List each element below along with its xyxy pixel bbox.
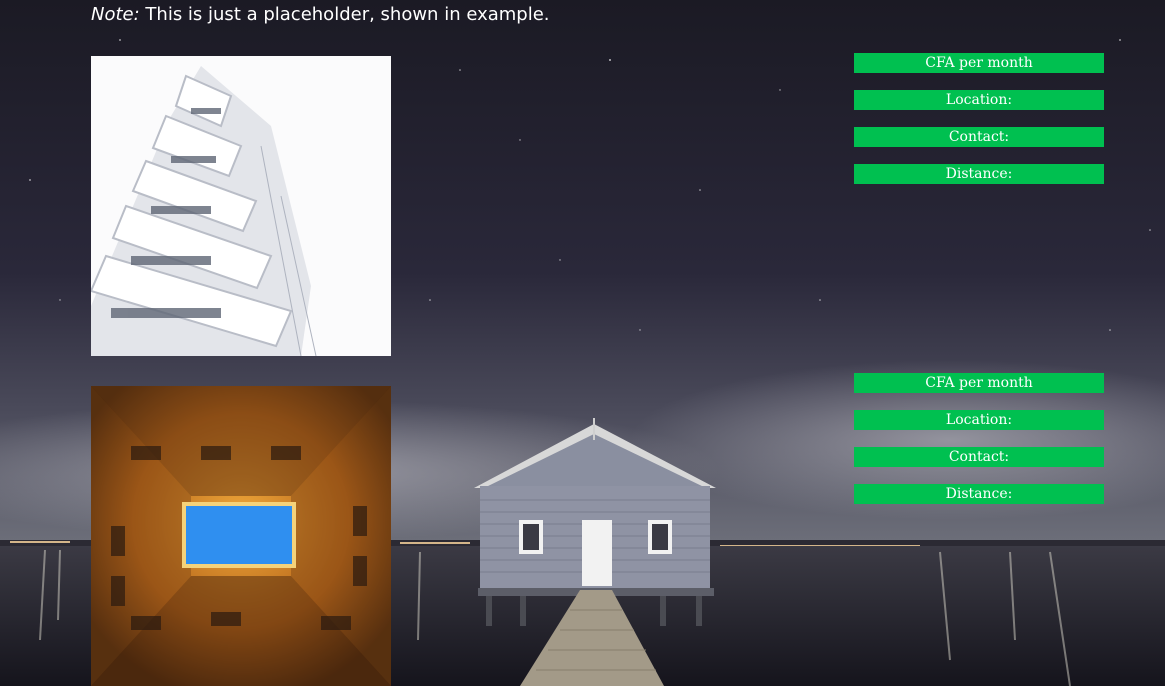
placeholder-note: Note: This is just a placeholder, shown …	[91, 4, 550, 26]
contact-label: Contact:	[854, 127, 1104, 147]
building-photo-icon	[91, 56, 391, 356]
price-label: CFA per month	[854, 373, 1104, 393]
listing-1-details: CFA per month Location: Contact: Distanc…	[854, 53, 1104, 201]
location-label: Location:	[854, 410, 1104, 430]
distance-label: Distance:	[854, 164, 1104, 184]
note-text: This is just a placeholder, shown in exa…	[145, 4, 550, 25]
distance-label: Distance:	[854, 484, 1104, 504]
location-label: Location:	[854, 90, 1104, 110]
listing-2-details: CFA per month Location: Contact: Distanc…	[854, 373, 1104, 521]
listing-2-image[interactable]	[91, 386, 391, 686]
price-label: CFA per month	[854, 53, 1104, 73]
note-label: Note:	[91, 4, 140, 25]
contact-label: Contact:	[854, 447, 1104, 467]
listing-1-image[interactable]	[91, 56, 391, 356]
courtyard-photo-icon	[91, 386, 391, 686]
